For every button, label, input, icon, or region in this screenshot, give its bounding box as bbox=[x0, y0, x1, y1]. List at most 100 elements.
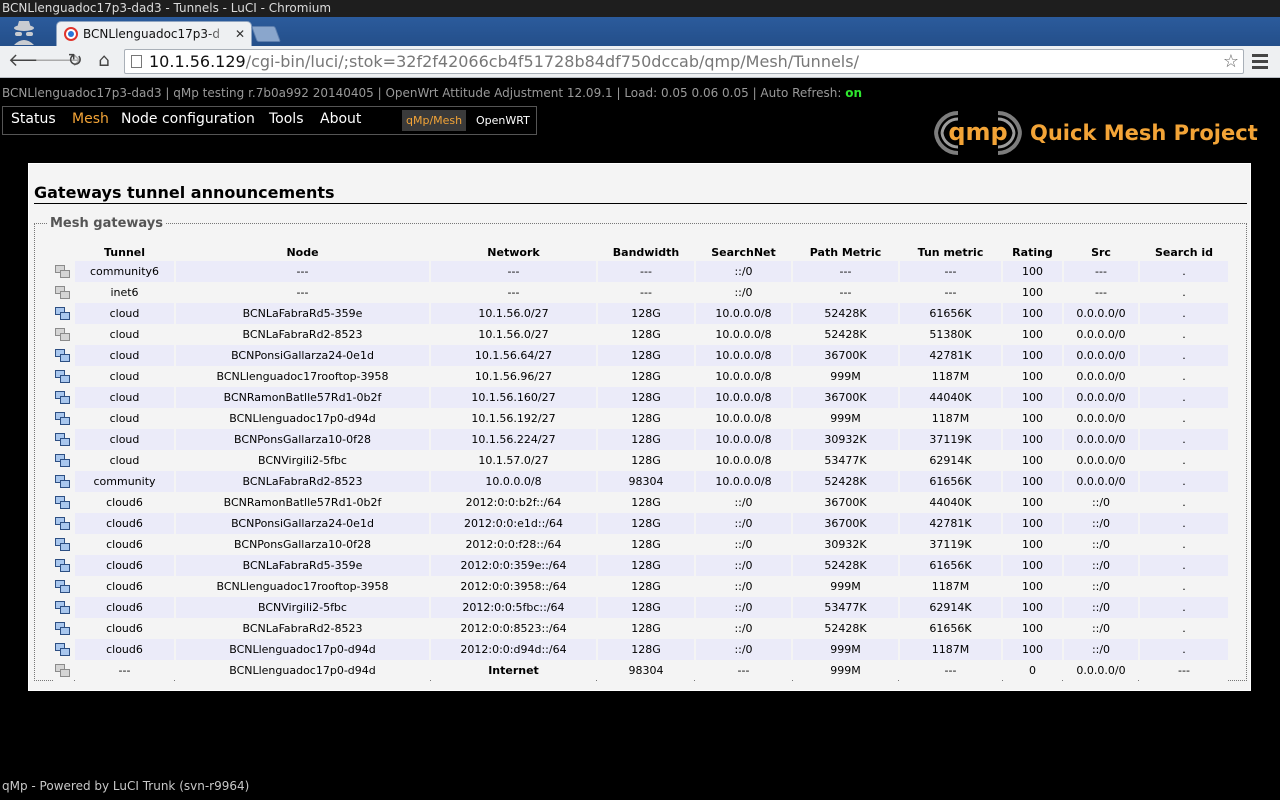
content-area: Gateways tunnel announcements Mesh gatew… bbox=[28, 163, 1251, 691]
menu-status[interactable]: Status bbox=[11, 111, 56, 127]
cell-path-metric: --- bbox=[793, 261, 898, 282]
logo-text: qmp bbox=[948, 118, 1007, 146]
chrome-menu-icon[interactable] bbox=[1250, 52, 1270, 72]
reload-icon[interactable]: ↻ bbox=[64, 50, 86, 72]
gateways-table: Tunnel Node Network Bandwidth SearchNet … bbox=[51, 244, 1230, 681]
cell-rating: 0 bbox=[1003, 660, 1062, 681]
cell-bandwidth: 128G bbox=[598, 492, 694, 513]
cell-searchnet: ::/0 bbox=[696, 513, 791, 534]
title-divider bbox=[34, 203, 1247, 204]
cell-node: BCNRamonBatlle57Rd1-0b2f bbox=[176, 387, 429, 408]
cell-node: BCNPonsGallarza10-0f28 bbox=[176, 534, 429, 555]
cell-path-metric: 52428K bbox=[793, 303, 898, 324]
cell-path-metric: 30932K bbox=[793, 429, 898, 450]
address-bar[interactable]: 10.1.56.129/cgi-bin/luci/;stok=32f2f4206… bbox=[124, 49, 1244, 74]
row-icon-cell bbox=[53, 345, 73, 366]
cell-path-metric: 36700K bbox=[793, 387, 898, 408]
cell-tunnel: inet6 bbox=[75, 282, 174, 303]
auto-refresh-toggle[interactable]: on bbox=[845, 86, 862, 100]
cell-bandwidth: 128G bbox=[598, 639, 694, 660]
forward-icon[interactable]: 🡒 bbox=[34, 50, 82, 72]
cell-network: 2012:0:0:3958::/64 bbox=[431, 576, 596, 597]
cell-src: 0.0.0.0/0 bbox=[1064, 429, 1138, 450]
cell-bandwidth: 128G bbox=[598, 345, 694, 366]
cell-node: BCNLaFabraRd2-8523 bbox=[176, 471, 429, 492]
cell-path-metric: 52428K bbox=[793, 618, 898, 639]
subnav-qmp-mesh[interactable]: qMp/Mesh bbox=[402, 110, 467, 131]
cell-search-id: . bbox=[1140, 303, 1228, 324]
cell-searchnet: ::/0 bbox=[696, 555, 791, 576]
col-network: Network bbox=[487, 246, 540, 259]
row-icon-cell bbox=[53, 555, 73, 576]
cell-search-id: . bbox=[1140, 618, 1228, 639]
menu-about[interactable]: About bbox=[320, 111, 361, 127]
cell-search-id: . bbox=[1140, 576, 1228, 597]
menu-mesh[interactable]: Mesh bbox=[72, 111, 109, 127]
table-row: cloud6 BCNLaFabraRd2-8523 2012:0:0:8523::/… bbox=[53, 618, 1228, 639]
luci-page: BCNLlenguadoc17p3-dad3 | qMp testing r.7… bbox=[0, 79, 1280, 800]
cell-bandwidth: --- bbox=[598, 282, 694, 303]
subnav-openwrt[interactable]: OpenWRT bbox=[472, 110, 534, 131]
cell-bandwidth: 128G bbox=[598, 618, 694, 639]
menu-tools[interactable]: Tools bbox=[269, 111, 304, 127]
table-row: cloud6 BCNLlenguadoc17rooftop-3958 2012:0:… bbox=[53, 576, 1228, 597]
cell-searchnet: 10.0.0.0/8 bbox=[696, 429, 791, 450]
tunnel-screens-icon bbox=[55, 306, 71, 321]
cell-rating: 100 bbox=[1003, 282, 1062, 303]
cell-network: --- bbox=[431, 282, 596, 303]
menu-node-configuration[interactable]: Node configuration bbox=[121, 111, 255, 127]
table-row: inet6 --- --- ---::/0 --- --- 100 ---. bbox=[53, 282, 1228, 303]
tab-close-icon[interactable]: ✕ bbox=[235, 22, 245, 46]
cell-network: 10.1.56.0/27 bbox=[431, 303, 596, 324]
cell-search-id: . bbox=[1140, 597, 1228, 618]
tunnel-screens-icon bbox=[55, 600, 71, 615]
row-icon-cell bbox=[53, 429, 73, 450]
cell-searchnet: 10.0.0.0/8 bbox=[696, 408, 791, 429]
cell-network: 10.0.0.0/8 bbox=[431, 471, 596, 492]
cell-search-id: . bbox=[1140, 261, 1228, 282]
cell-search-id: . bbox=[1140, 429, 1228, 450]
cell-node: BCNLlenguadoc17p0-d94d bbox=[176, 408, 429, 429]
browser-tab[interactable]: BCNLlenguadoc17p3-d ✕ bbox=[56, 21, 252, 47]
cell-tunnel: cloud6 bbox=[75, 513, 174, 534]
new-tab-button[interactable] bbox=[251, 26, 281, 42]
cell-tunnel: cloud bbox=[75, 450, 174, 471]
row-icon-cell bbox=[53, 303, 73, 324]
cell-rating: 100 bbox=[1003, 639, 1062, 660]
cell-searchnet: 10.0.0.0/8 bbox=[696, 387, 791, 408]
cell-node: BCNVirgili2-5fbc bbox=[176, 597, 429, 618]
cell-rating: 100 bbox=[1003, 618, 1062, 639]
cell-network: Internet bbox=[431, 660, 596, 681]
cell-rating: 100 bbox=[1003, 366, 1062, 387]
back-icon[interactable]: 🡐 bbox=[8, 50, 56, 72]
table-row: cloud BCNLaFabraRd2-8523 10.1.56.0/27 128G 1… bbox=[53, 324, 1228, 345]
cell-network: 10.1.56.160/27 bbox=[431, 387, 596, 408]
tunnel-screens-icon bbox=[55, 474, 71, 489]
cell-network: 2012:0:0:b2f::/64 bbox=[431, 492, 596, 513]
tunnel-screens-icon bbox=[55, 453, 71, 468]
cell-search-id: . bbox=[1140, 534, 1228, 555]
cell-node: BCNLaFabraRd2-8523 bbox=[176, 618, 429, 639]
bookmark-star-icon[interactable]: ☆ bbox=[1223, 50, 1239, 73]
cell-tunnel: cloud6 bbox=[75, 597, 174, 618]
table-row: --- BCNLlenguadoc17p0-d94d Internet 98304 --… bbox=[53, 660, 1228, 681]
cell-search-id: . bbox=[1140, 345, 1228, 366]
cell-search-id: . bbox=[1140, 387, 1228, 408]
cell-tunnel: --- bbox=[75, 660, 174, 681]
cell-search-id: . bbox=[1140, 555, 1228, 576]
row-icon-cell bbox=[53, 597, 73, 618]
home-icon[interactable]: ⌂ bbox=[93, 50, 115, 72]
table-row: cloud6 BCNRamonBatlle57Rd1-0b2f 2012:0:0:b… bbox=[53, 492, 1228, 513]
cell-node: BCNVirgili2-5fbc bbox=[176, 450, 429, 471]
cell-search-id: . bbox=[1140, 492, 1228, 513]
cell-bandwidth: 128G bbox=[598, 408, 694, 429]
cell-tun-metric: --- bbox=[900, 261, 1001, 282]
cell-path-metric: 52428K bbox=[793, 471, 898, 492]
cell-bandwidth: 98304 bbox=[598, 660, 694, 681]
cell-bandwidth: 128G bbox=[598, 366, 694, 387]
cell-searchnet: ::/0 bbox=[696, 576, 791, 597]
cell-tunnel: cloud bbox=[75, 303, 174, 324]
row-icon-cell bbox=[53, 387, 73, 408]
table-row: cloud BCNRamonBatlle57Rd1-0b2f 10.1.56.160… bbox=[53, 387, 1228, 408]
cell-rating: 100 bbox=[1003, 555, 1062, 576]
